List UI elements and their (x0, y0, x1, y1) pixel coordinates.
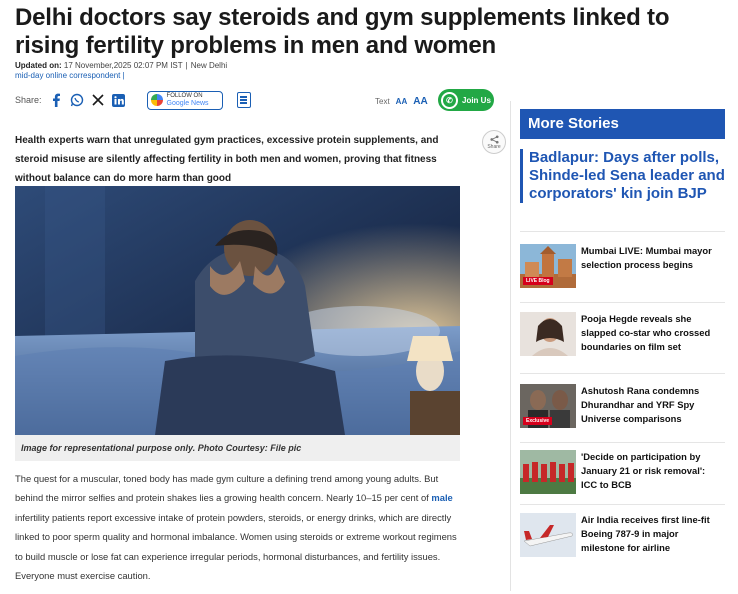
story-title[interactable]: Mumbai LIVE: Mumbai mayor selection proc… (581, 244, 721, 272)
text-label: Text (375, 97, 390, 106)
sidebar-story[interactable]: LIVE Blog Mumbai LIVE: Mumbai mayor sele… (520, 244, 725, 300)
actor-portrait-thumbnail: Exclusive (520, 384, 576, 428)
airplane-thumbnail (520, 513, 576, 557)
text-size-controls: Text AA AA (375, 96, 428, 107)
article-body: The quest for a muscular, toned body has… (15, 473, 457, 582)
divider (520, 442, 725, 443)
updated-value: 17 November,2025 02:07 PM IST (63, 61, 183, 70)
divider (520, 302, 725, 303)
story-title[interactable]: Pooja Hegde reveals she slapped co-star … (581, 312, 721, 354)
mumbai-skyline-thumbnail: LIVE Blog (520, 244, 576, 288)
follow-google-news-button[interactable]: FOLLOW ON Google News (146, 90, 223, 110)
whatsapp-icon: ✆ (441, 91, 458, 109)
author-link[interactable]: mid-day online correspondent | (15, 71, 125, 80)
lead-story-link[interactable]: Badlapur: Days after polls, Shinde-led S… (520, 149, 725, 203)
whatsapp-join-button[interactable]: ✆ Join Us (438, 89, 494, 111)
x-twitter-icon[interactable] (91, 93, 105, 107)
article-hero-image (15, 186, 460, 435)
share-button[interactable]: Share (482, 130, 506, 154)
article-intro: Health experts warn that unregulated gym… (15, 135, 439, 184)
sidebar-story[interactable]: 'Decide on participation by January 21 o… (520, 450, 725, 506)
divider (520, 504, 725, 505)
cricket-team-thumbnail (520, 450, 576, 494)
facebook-icon[interactable] (49, 93, 63, 107)
sidebar-story[interactable]: Air India receives first line-fit Boeing… (520, 513, 725, 569)
story-title[interactable]: Air India receives first line-fit Boeing… (581, 513, 721, 555)
updated-label: Updated on: (15, 61, 62, 70)
google-icon (150, 94, 163, 106)
story-tag: Exclusive (523, 417, 553, 425)
linkedin-icon[interactable] (112, 93, 126, 107)
article-meta: Updated on: 17 November,2025 02:07 PM IS… (15, 61, 228, 70)
article-headline: Delhi doctors say steroids and gym suppl… (15, 4, 670, 59)
share-bar: Share: FOLLOW ON Google News (15, 88, 505, 112)
sidebar-story[interactable]: Exclusive Ashutosh Rana condemns Dhurand… (520, 384, 725, 440)
text-increase-button[interactable]: AA (413, 96, 427, 107)
location: New Delhi (190, 61, 228, 70)
actress-portrait-thumbnail (520, 312, 576, 356)
story-tag: LIVE Blog (523, 277, 553, 285)
divider (520, 231, 725, 232)
share-label: Share: (15, 95, 42, 105)
whatsapp-icon[interactable] (70, 93, 84, 107)
text-decrease-button[interactable]: AA (396, 97, 408, 106)
story-title[interactable]: 'Decide on participation by January 21 o… (581, 450, 721, 492)
male-link[interactable]: male (431, 492, 452, 503)
sidebar-story[interactable]: Pooja Hegde reveals she slapped co-star … (520, 312, 725, 368)
divider (520, 373, 725, 374)
share-icon (489, 134, 499, 144)
image-caption: Image for representational purpose only.… (15, 435, 460, 461)
bookmark-icon[interactable] (236, 92, 251, 108)
more-stories-header: More Stories (520, 109, 725, 139)
column-divider (510, 101, 511, 591)
story-title[interactable]: Ashutosh Rana condemns Dhurandhar and YR… (581, 384, 721, 426)
